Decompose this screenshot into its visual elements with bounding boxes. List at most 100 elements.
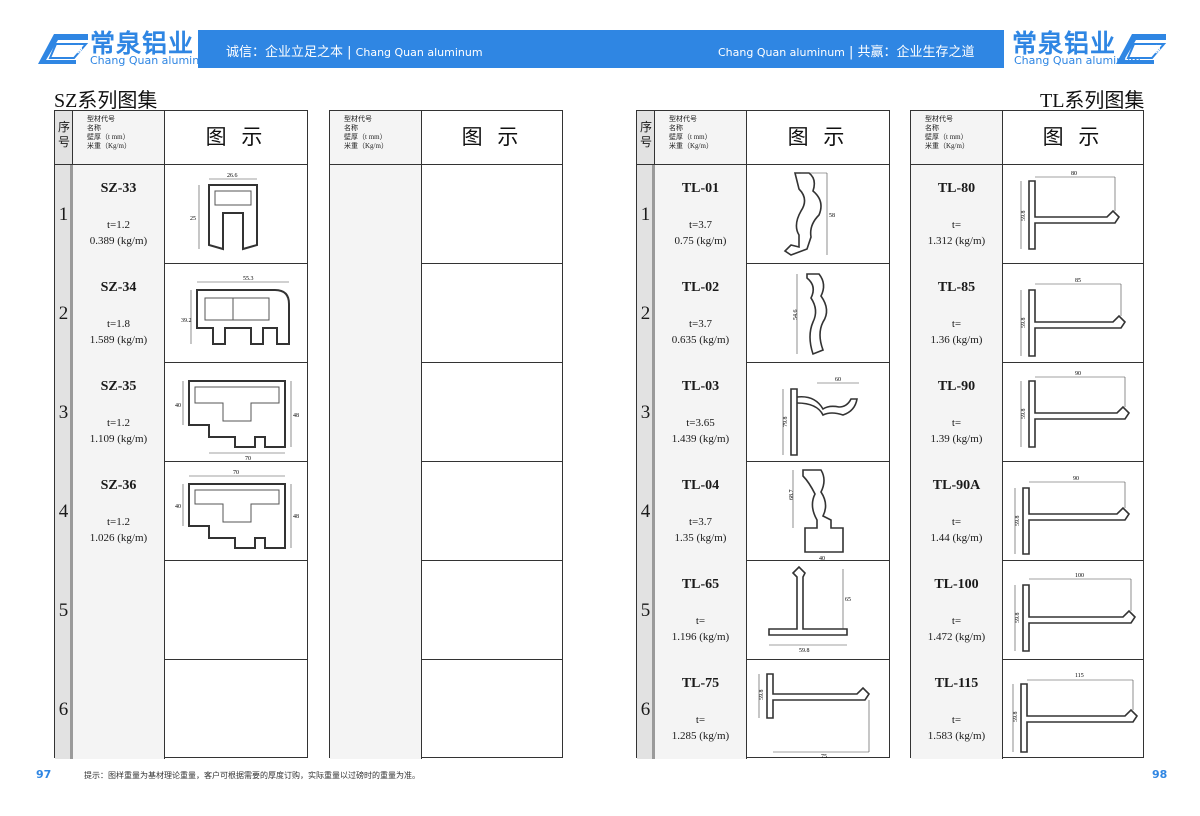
footer-note: 提示：图样重量为基材理论重量，客户可根据需要的厚度订购，实际重量以过磅时的重量为… [84, 771, 420, 780]
profile-drawing: 70 40 48 [165, 462, 307, 561]
svg-text:59.8: 59.8 [759, 690, 765, 701]
svg-text:26.6: 26.6 [227, 173, 238, 179]
svg-text:59.8: 59.8 [1015, 516, 1021, 527]
table-row [330, 264, 562, 363]
table-row: TL-85 t= 1.36 (kg/m) 85 59.8 [911, 264, 1143, 363]
table-row: TL-100 t= 1.472 (kg/m) 100 59.8 [911, 561, 1143, 660]
table-header: 序号 型材代号 名称 壁厚（t mm） 米重（Kg/m） 图 示 [637, 111, 889, 165]
svg-text:59.8: 59.8 [1021, 409, 1027, 420]
code-header: 型材代号 名称 壁厚（t mm） 米重（Kg/m） [655, 111, 747, 164]
table-row [330, 660, 562, 759]
profile-drawing: 85 59.8 [1003, 264, 1143, 363]
seq-header: 序号 [637, 111, 655, 164]
svg-text:48: 48 [293, 413, 299, 419]
table-row [330, 165, 562, 264]
table-header: 序号 型材代号 名称 壁厚（t mm） 米重（Kg/m） 图 示 [55, 111, 307, 165]
figure-header: 图 示 [787, 125, 849, 149]
profile-info: SZ-36 t=1.2 1.026 (kg/m) [73, 462, 165, 561]
table-row: 4 TL-04 t=3.7 1.35 (kg/m) 68.7 40 [637, 462, 889, 561]
right-page-number: 98 [1152, 768, 1168, 781]
svg-text:54.6: 54.6 [793, 310, 799, 321]
table-row: 5 TL-65 t= 1.196 (kg/m) 65 59.8 [637, 561, 889, 660]
profile-drawing: 58 [747, 165, 889, 264]
table-row: 6 TL-75 t= 1.285 (kg/m) 59.8 75 [637, 660, 889, 759]
svg-text:68.7: 68.7 [789, 490, 795, 501]
svg-text:59.8: 59.8 [799, 648, 810, 654]
seq-header: 序号 [55, 111, 73, 164]
table-row: 3 TL-03 t=3.65 1.439 (kg/m) 60 79.8 [637, 363, 889, 462]
table-header: 型材代号 名称 壁厚（t mm） 米重（Kg/m） 图 示 [911, 111, 1143, 165]
profile-drawing: 54.6 [747, 264, 889, 363]
profile-info [73, 660, 165, 759]
svg-text:59.8: 59.8 [1015, 613, 1021, 624]
svg-text:100: 100 [1075, 573, 1084, 579]
svg-text:90: 90 [1073, 476, 1079, 482]
profile-drawing [165, 660, 307, 759]
left-page-number: 97 [36, 768, 52, 781]
profile-drawing: 90 59.8 [1003, 462, 1143, 561]
profile-drawing: 90 59.8 [1003, 363, 1143, 462]
profile-info: TL-80 t= 1.312 (kg/m) [911, 165, 1003, 264]
banner-right-slogan: Chang Quan aluminum | 共赢：企业生存之道 [718, 45, 975, 60]
svg-text:48: 48 [293, 514, 299, 520]
svg-text:79.8: 79.8 [783, 417, 789, 428]
profile-drawing: 26.6 25 [165, 165, 307, 264]
code-header: 型材代号 名称 壁厚（t mm） 米重（Kg/m） [73, 111, 165, 164]
profile-drawing [165, 561, 307, 660]
left-series-title: SZ系列图集 [54, 90, 158, 112]
profile-drawing: 100 59.8 [1003, 561, 1143, 660]
profile-info: TL-04 t=3.7 1.35 (kg/m) [655, 462, 747, 561]
profile-info: TL-100 t= 1.472 (kg/m) [911, 561, 1003, 660]
profile-drawing: 65 59.8 [747, 561, 889, 660]
svg-text:90: 90 [1075, 371, 1081, 377]
profile-info: SZ-34 t=1.8 1.589 (kg/m) [73, 264, 165, 363]
profile-drawing: 68.7 40 [747, 462, 889, 561]
table-row [330, 462, 562, 561]
profile-info [73, 561, 165, 660]
figure-header: 图 示 [205, 125, 267, 149]
table-row: TL-90A t= 1.44 (kg/m) 90 59.8 [911, 462, 1143, 561]
table-row: 4 SZ-36 t=1.2 1.026 (kg/m) 70 40 48 [55, 462, 307, 561]
profile-info: TL-90 t= 1.39 (kg/m) [911, 363, 1003, 462]
profile-info: TL-02 t=3.7 0.635 (kg/m) [655, 264, 747, 363]
svg-text:80: 80 [1071, 171, 1077, 177]
svg-text:65: 65 [845, 597, 851, 603]
profile-info: TL-65 t= 1.196 (kg/m) [655, 561, 747, 660]
banner-left-slogan: 诚信：企业立足之本 | Chang Quan aluminum [226, 45, 483, 60]
table-row: TL-80 t= 1.312 (kg/m) 80 59.8 [911, 165, 1143, 264]
table-row: TL-90 t= 1.39 (kg/m) 90 59.8 [911, 363, 1143, 462]
svg-text:59.8: 59.8 [1013, 712, 1019, 723]
svg-text:55.3: 55.3 [243, 276, 254, 282]
sz-table-empty: 型材代号 名称 壁厚（t mm） 米重（Kg/m） 图 示 [329, 110, 563, 759]
svg-text:25: 25 [190, 216, 196, 222]
table-row: 1 TL-01 t=3.7 0.75 (kg/m) 58 [637, 165, 889, 264]
svg-text:39.2: 39.2 [181, 318, 192, 324]
tl-table-a: 序号 型材代号 名称 壁厚（t mm） 米重（Kg/m） 图 示 1 TL-01… [636, 110, 890, 759]
tl-table-b: 型材代号 名称 壁厚（t mm） 米重（Kg/m） 图 示 TL-80 t= 1… [910, 110, 1144, 759]
profile-drawing: 80 59.8 [1003, 165, 1143, 264]
table-row [330, 363, 562, 462]
table-row: 3 SZ-35 t=1.2 1.109 (kg/m) 40 48 70 [55, 363, 307, 462]
logo-badge-right: 常泉 [1145, 45, 1161, 54]
table-row [330, 561, 562, 660]
svg-text:115: 115 [1075, 673, 1084, 679]
table-row: 1 SZ-33 t=1.2 0.389 (kg/m) 26.6 25 [55, 165, 307, 264]
profile-drawing: 60 79.8 [747, 363, 889, 462]
svg-text:85: 85 [1075, 278, 1081, 284]
table-row: 2 SZ-34 t=1.8 1.589 (kg/m) 55.3 39.2 [55, 264, 307, 363]
svg-text:75: 75 [821, 754, 827, 759]
svg-text:40: 40 [175, 403, 181, 409]
svg-text:60: 60 [835, 377, 841, 383]
profile-drawing: 115 59.8 [1003, 660, 1143, 759]
profile-info: TL-75 t= 1.285 (kg/m) [655, 660, 747, 759]
code-header: 型材代号 名称 壁厚（t mm） 米重（Kg/m） [911, 111, 1003, 164]
figure-header: 图 示 [461, 125, 523, 149]
profile-info: TL-90A t= 1.44 (kg/m) [911, 462, 1003, 561]
profile-drawing: 55.3 39.2 [165, 264, 307, 363]
profile-info: TL-115 t= 1.583 (kg/m) [911, 660, 1003, 759]
profile-info: SZ-33 t=1.2 0.389 (kg/m) [73, 165, 165, 264]
svg-text:59.8: 59.8 [1021, 211, 1027, 222]
table-row: 2 TL-02 t=3.7 0.635 (kg/m) 54.6 [637, 264, 889, 363]
table-row: 5 [55, 561, 307, 660]
right-series-title: TL系列图集 [1040, 90, 1145, 112]
